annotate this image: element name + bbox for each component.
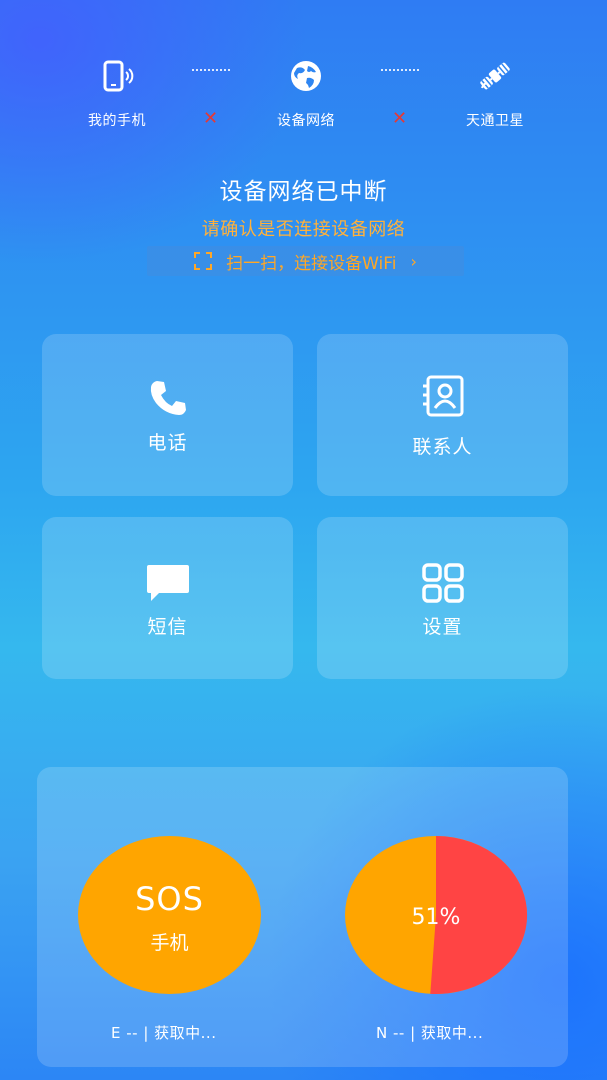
network-status-subtitle: 请确认是否连接设备网络 [201, 219, 406, 240]
battery-pie: 51% [345, 836, 528, 994]
battery-percent-label: 51% [412, 905, 461, 930]
tile-contacts[interactable]: 联系人 [317, 334, 568, 496]
globe-icon [291, 61, 321, 91]
link-dots [192, 69, 230, 71]
grid-icon [421, 563, 464, 603]
satellite-icon [480, 62, 510, 90]
node-device-network: 设备网络 [246, 58, 366, 130]
node-label: 我的手机 [88, 113, 146, 129]
network-status-title: 设备网络已中断 [219, 179, 388, 205]
scan-wifi-button[interactable]: 扫一扫，连接设备WiFi › [147, 246, 464, 276]
node-my-phone: 我的手机 [57, 58, 177, 130]
node-satellite: 天通卫星 [435, 58, 555, 130]
link-dots [381, 69, 419, 71]
north-coordinate: N -- | 获取中... [376, 1024, 484, 1042]
node-label: 设备网络 [277, 113, 335, 129]
tile-settings[interactable]: 设置 [317, 517, 568, 679]
status-x-icon: ✕ [203, 108, 219, 129]
contacts-icon [422, 375, 463, 417]
phone-icon [150, 381, 186, 415]
tile-label: 电话 [147, 432, 188, 454]
tile-phone[interactable]: 电话 [42, 334, 293, 496]
tile-label: 设置 [422, 616, 463, 638]
sos-button[interactable]: SOS 手机 [78, 836, 261, 994]
node-label: 天通卫星 [466, 113, 524, 129]
chevron-right-icon: › [410, 251, 417, 271]
east-coordinate: E -- | 获取中... [111, 1024, 217, 1042]
scan-wifi-label: 扫一扫，连接设备WiFi [226, 253, 397, 274]
sos-subtitle: 手机 [150, 932, 189, 954]
tile-label: 短信 [147, 616, 188, 638]
scan-icon [194, 252, 213, 270]
message-icon [146, 565, 189, 601]
tile-messages[interactable]: 短信 [42, 517, 293, 679]
phone-signal-icon [103, 60, 134, 92]
tile-label: 联系人 [412, 436, 473, 458]
status-x-icon: ✕ [392, 108, 408, 129]
sos-title: SOS [135, 880, 204, 918]
